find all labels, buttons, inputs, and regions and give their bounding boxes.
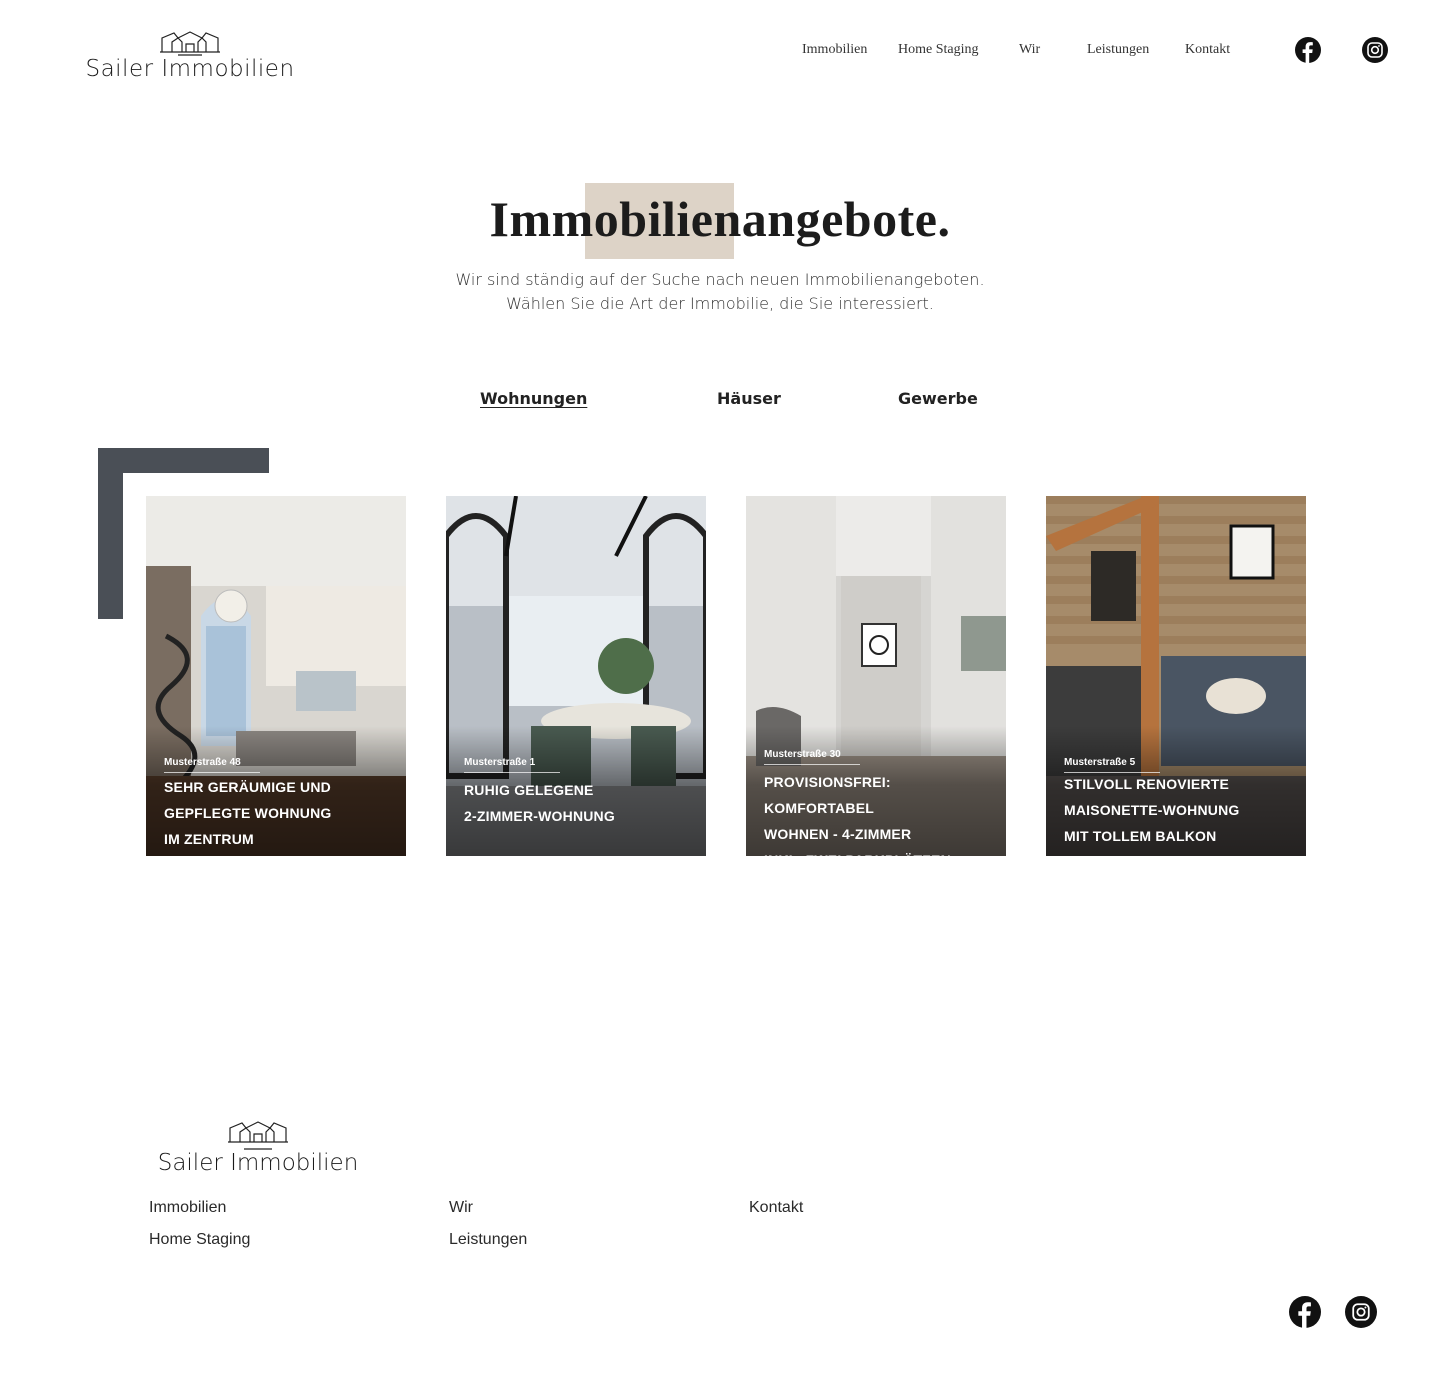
decorative-corner-left — [98, 448, 123, 619]
listing-title-line: STILVOLL RENOVIERTE — [1064, 776, 1230, 792]
nav-home-staging[interactable]: Home Staging — [898, 42, 979, 58]
listing-title-line: INKL. ZWEI PARKPLÄTZEN — [764, 847, 994, 856]
page-subtitle: Wir sind ständig auf der Suche nach neue… — [455, 270, 985, 313]
listing-title-line: GEPFLEGTE WOHNUNG — [164, 805, 332, 821]
nav-immobilien[interactable]: Immobilien — [802, 42, 867, 58]
listing-title-line: RUHIG GELEGENE — [464, 782, 594, 798]
footer-instagram-icon[interactable] — [1345, 1296, 1377, 1328]
listing-address: Musterstraße 1 — [464, 757, 560, 773]
listing-title: SEHR GERÄUMIGE UND GEPFLEGTE WOHNUNG IM … — [164, 774, 394, 852]
listing-title: STILVOLL RENOVIERTE MAISONETTE-WOHNUNG M… — [1064, 771, 1294, 849]
listing-title-line: 2-ZIMMER-WOHNUNG — [464, 808, 615, 824]
instagram-icon[interactable] — [1362, 37, 1388, 63]
footer-link-kontakt[interactable]: Kontakt — [749, 1199, 803, 1217]
page-title: Immobilienangebote. — [489, 191, 951, 247]
listing-title: RUHIG GELEGENE 2-ZIMMER-WOHNUNG — [464, 777, 694, 829]
facebook-icon[interactable] — [1295, 37, 1321, 63]
listing-card[interactable]: Musterstraße 30 PROVISIONSFREI: KOMFORTA… — [746, 496, 1006, 856]
tab-wohnungen[interactable]: Wohnungen — [480, 389, 587, 408]
listing-address: Musterstraße 48 — [164, 757, 260, 773]
house-logo-icon — [160, 31, 220, 56]
listing-title: PROVISIONSFREI: KOMFORTABEL WOHNEN - 4-Z… — [764, 769, 994, 856]
house-logo-icon — [228, 1121, 288, 1150]
tab-gewerbe[interactable]: Gewerbe — [898, 389, 978, 408]
listing-title-line: WOHNEN - 4-ZIMMER — [764, 826, 912, 842]
nav-leistungen[interactable]: Leistungen — [1087, 42, 1149, 58]
listing-card[interactable]: Musterstraße 5 STILVOLL RENOVIERTE MAISO… — [1046, 496, 1306, 856]
listing-title-line: MIT TOLLEM BALKON — [1064, 828, 1217, 844]
tab-haeuser[interactable]: Häuser — [717, 389, 781, 408]
footer-brand-name: Sailer Immobilien — [157, 1150, 359, 1176]
footer-link-immobilien[interactable]: Immobilien — [149, 1199, 226, 1217]
header-logo[interactable]: Sailer Immobilien — [80, 30, 300, 82]
listing-title-line: IM ZENTRUM — [164, 831, 254, 847]
decorative-corner-top — [98, 448, 269, 473]
footer-logo[interactable]: Sailer Immobilien — [148, 1120, 368, 1176]
footer-link-leistungen[interactable]: Leistungen — [449, 1231, 527, 1249]
nav-kontakt[interactable]: Kontakt — [1185, 42, 1230, 58]
footer-link-wir[interactable]: Wir — [449, 1199, 473, 1217]
listing-title-line: MAISONETTE-WOHNUNG — [1064, 802, 1240, 818]
footer-facebook-icon[interactable] — [1289, 1296, 1321, 1328]
listing-title-line: SEHR GERÄUMIGE UND — [164, 779, 331, 795]
footer-link-home-staging[interactable]: Home Staging — [149, 1231, 250, 1249]
listing-address: Musterstraße 30 — [764, 749, 860, 765]
brand-name: Sailer Immobilien — [85, 56, 295, 82]
listing-card[interactable]: Musterstraße 48 SEHR GERÄUMIGE UND GEPFL… — [146, 496, 406, 856]
listing-title-line: PROVISIONSFREI: KOMFORTABEL — [764, 774, 891, 816]
listing-card[interactable]: Musterstraße 1 RUHIG GELEGENE 2-ZIMMER-W… — [446, 496, 706, 856]
nav-wir[interactable]: Wir — [1019, 42, 1040, 58]
